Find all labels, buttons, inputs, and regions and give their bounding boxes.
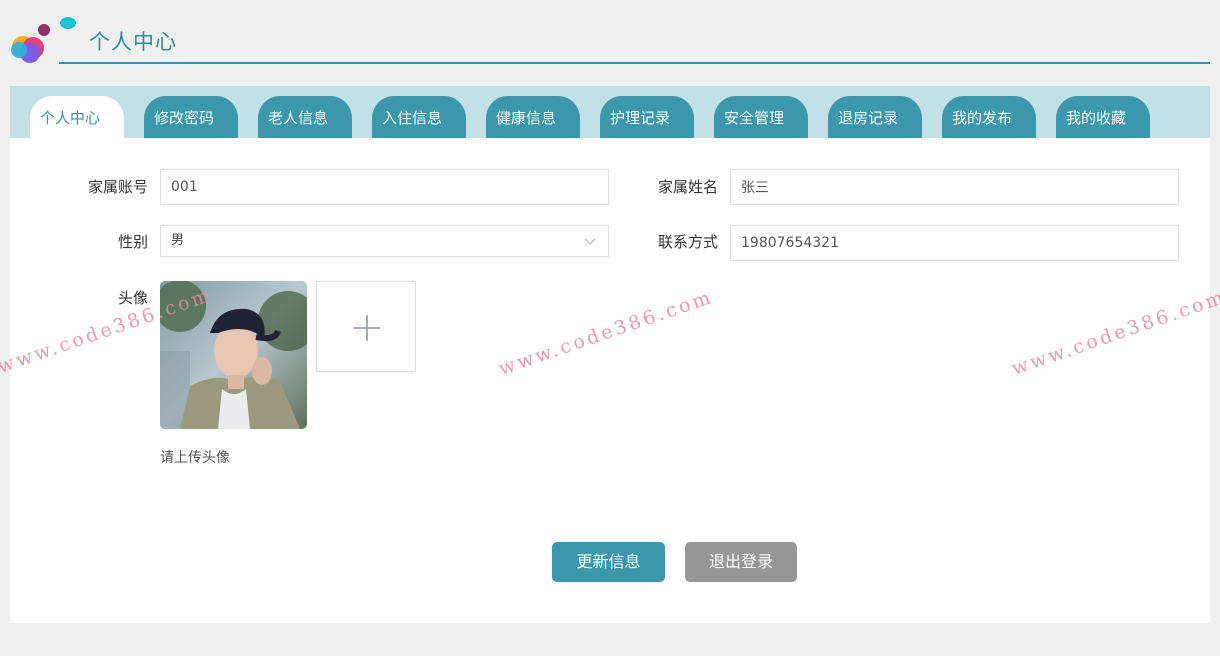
- tab-my-posts[interactable]: 我的发布: [942, 96, 1036, 138]
- avatar-upload-button[interactable]: [316, 281, 416, 372]
- name-label: 家属姓名: [657, 178, 718, 196]
- account-label: 家属账号: [87, 178, 148, 196]
- title-divider: [59, 62, 1210, 64]
- gender-label: 性别: [117, 233, 148, 251]
- tab-safety-management[interactable]: 安全管理: [714, 96, 808, 138]
- tab-personal-center[interactable]: 个人中心: [30, 96, 124, 138]
- tab-change-password[interactable]: 修改密码: [144, 96, 238, 138]
- page: 个人中心 个人中心 修改密码 老人信息 入住信息 健康信息 护理记录 安全管理 …: [0, 0, 1220, 656]
- phone-field[interactable]: [730, 225, 1179, 261]
- tab-elder-info[interactable]: 老人信息: [258, 96, 352, 138]
- phone-label: 联系方式: [657, 233, 718, 251]
- gender-select[interactable]: 男: [160, 225, 609, 257]
- tab-checkout-records[interactable]: 退房记录: [828, 96, 922, 138]
- avatar-label: 头像: [117, 289, 148, 307]
- update-info-button[interactable]: 更新信息: [552, 542, 665, 582]
- tab-my-favorites[interactable]: 我的收藏: [1056, 96, 1150, 138]
- gender-selected-value: 男: [171, 233, 185, 248]
- logo-icon: [11, 17, 76, 63]
- avatar-image[interactable]: [160, 281, 307, 429]
- name-field[interactable]: [730, 169, 1179, 205]
- logout-button[interactable]: 退出登录: [685, 542, 797, 582]
- tab-health-info[interactable]: 健康信息: [486, 96, 580, 138]
- avatar-photo: [160, 281, 307, 429]
- tab-checkin-info[interactable]: 入住信息: [372, 96, 466, 138]
- page-title: 个人中心: [89, 30, 177, 54]
- tab-bar: 个人中心 修改密码 老人信息 入住信息 健康信息 护理记录 安全管理 退房记录 …: [10, 86, 1210, 138]
- account-field[interactable]: [160, 169, 609, 205]
- chevron-down-icon: [584, 238, 596, 245]
- content-panel: 个人中心 修改密码 老人信息 入住信息 健康信息 护理记录 安全管理 退房记录 …: [10, 86, 1210, 623]
- tab-care-records[interactable]: 护理记录: [600, 96, 694, 138]
- avatar-hint: 请上传头像: [160, 450, 230, 466]
- plus-icon: [354, 315, 380, 341]
